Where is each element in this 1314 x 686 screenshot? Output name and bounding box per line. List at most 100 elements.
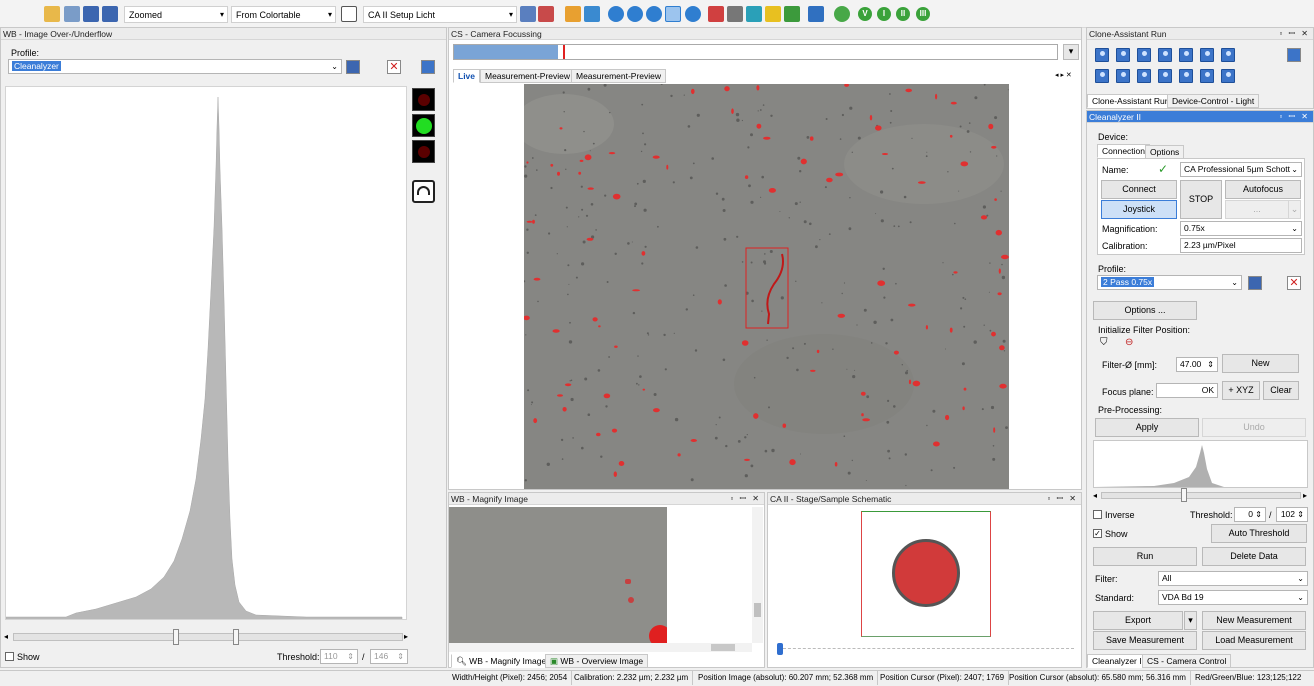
rgb-split-icon[interactable] [584, 6, 600, 22]
undo-button[interactable]: Undo [1202, 418, 1306, 437]
tab-magnify-image[interactable]: 🔍︎ WB - Magnify Image [451, 654, 552, 668]
clone-user-icon[interactable] [1158, 48, 1172, 62]
clone-user-icon[interactable] [1116, 69, 1130, 83]
clone-user-icon[interactable] [1179, 69, 1193, 83]
lamp-icon[interactable] [765, 6, 781, 22]
tab-clone-assistant-run[interactable]: Clone-Assistant Run [1087, 94, 1175, 108]
save-profile-icon[interactable] [1248, 276, 1262, 290]
clone-user-icon[interactable] [1095, 48, 1109, 62]
load-measurement-button[interactable]: Load Measurement [1202, 631, 1306, 650]
joystick-button[interactable]: Joystick [1101, 200, 1177, 219]
clone-user-icon[interactable] [1179, 48, 1193, 62]
show-checkbox[interactable] [5, 652, 14, 661]
tab-device-control-light[interactable]: Device-Control - Light [1167, 94, 1260, 108]
more-dropdown[interactable]: ⌄ [1288, 200, 1301, 219]
tab-options[interactable]: Options [1145, 145, 1185, 159]
zoom-out-icon[interactable] [608, 6, 624, 22]
mini-slider-handle[interactable] [1181, 488, 1187, 502]
clone-user-icon[interactable] [1095, 69, 1109, 83]
status-i-icon[interactable]: I [877, 7, 891, 21]
autofocus-button[interactable]: Autofocus [1225, 180, 1301, 199]
delete-data-button[interactable]: Delete Data [1202, 547, 1306, 566]
stage-slider-handle[interactable] [777, 643, 783, 655]
slider-handle-low[interactable] [173, 629, 179, 645]
filter-select[interactable]: All ⌄ [1158, 571, 1308, 586]
zoom-fit-icon[interactable] [627, 6, 643, 22]
mini-slider-left-arrow[interactable]: ◂ [1093, 491, 1097, 500]
focus-menu-button[interactable]: ▾ [1063, 44, 1079, 60]
slider-left-arrow[interactable]: ◂ [4, 632, 8, 641]
threshold-low-input[interactable]: 0 ⇕ [1234, 507, 1266, 522]
filter-icon[interactable] [727, 6, 743, 22]
threshold-slider[interactable] [13, 633, 403, 641]
status-ii-icon[interactable]: II [896, 7, 910, 21]
tab-live[interactable]: Live [453, 69, 481, 83]
roi-icon[interactable] [708, 6, 724, 22]
save-icon[interactable] [83, 6, 99, 22]
standard-select[interactable]: VDA Bd 19 ⌄ [1158, 590, 1308, 605]
clone-user-icon[interactable] [1137, 69, 1151, 83]
profile-select[interactable]: Cleanalyzer ⌄ [8, 59, 342, 74]
threshold-low-input[interactable]: 110 ⇕ [320, 649, 358, 664]
export-dropdown[interactable]: ▾ [1184, 611, 1197, 630]
options-button[interactable]: Options ... [1093, 301, 1197, 320]
zoom-window-icon[interactable] [665, 6, 681, 22]
clone-user-icon[interactable] [1158, 69, 1172, 83]
clear-button[interactable]: Clear [1263, 381, 1299, 400]
new-filter-button[interactable]: New [1222, 354, 1299, 373]
mini-threshold-slider[interactable] [1101, 492, 1301, 499]
slider-handle-high[interactable] [233, 629, 239, 645]
inverse-checkbox[interactable] [1093, 510, 1102, 519]
clone-user-icon[interactable] [1200, 69, 1214, 83]
arrow-icon[interactable] [64, 6, 80, 22]
mini-slider-right-arrow[interactable]: ▸ [1303, 491, 1307, 500]
tab-overview-image[interactable]: ▣ WB - Overview Image [545, 654, 649, 668]
tab-scroll-arrows[interactable]: ◂ ▸ ✕ [1055, 71, 1072, 79]
delete-profile-icon[interactable]: ✕ [1287, 276, 1301, 290]
scroll-thumb[interactable] [754, 603, 761, 617]
tab-measurement-preview-2[interactable]: Measurement-Preview [571, 69, 667, 83]
delete-profile-icon[interactable]: ✕ [387, 60, 401, 74]
pen-icon[interactable] [808, 6, 824, 22]
status-v-icon[interactable]: V [858, 7, 872, 21]
clone-user-icon[interactable] [1116, 48, 1130, 62]
new-measurement-button[interactable]: New Measurement [1202, 611, 1306, 630]
status-iii-icon[interactable]: III [916, 7, 930, 21]
table-icon[interactable] [520, 6, 536, 22]
stop-button[interactable]: STOP [1180, 180, 1222, 219]
palette-icon[interactable] [341, 6, 357, 22]
download-icon[interactable] [784, 6, 800, 22]
magnified-image[interactable] [449, 507, 667, 643]
export-button[interactable]: Export [1093, 611, 1183, 630]
apply-button[interactable]: Apply [1095, 418, 1199, 437]
filter-icon[interactable]: ⛉ [1100, 337, 1108, 348]
threshold-high-input[interactable]: 146 ⇕ [370, 649, 408, 664]
view-mode-select[interactable]: Zoomed ▾ [124, 6, 228, 23]
threshold-high-input[interactable]: 102 ⇕ [1276, 507, 1308, 522]
pin-icon[interactable] [1287, 48, 1301, 62]
tab-connection[interactable]: Connection [1097, 144, 1151, 158]
magnify-hscroll[interactable] [449, 643, 752, 652]
clone-user-icon[interactable] [1200, 48, 1214, 62]
tab-camera-control[interactable]: CS - Camera Control [1142, 654, 1232, 668]
cube-icon[interactable] [746, 6, 762, 22]
more-button[interactable]: ... [1225, 200, 1289, 219]
profile-select[interactable]: 2 Pass 0.75x ⌄ [1097, 275, 1242, 290]
show-checkbox[interactable]: ✓ [1093, 529, 1102, 538]
gauge-icon[interactable] [412, 180, 435, 203]
tab-measurement-preview-1[interactable]: Measurement-Preview [480, 69, 576, 83]
color-mode-select[interactable]: From Colortable ▾ [231, 6, 336, 23]
scroll-thumb[interactable] [711, 644, 735, 651]
rgb-icon[interactable] [565, 6, 581, 22]
save-all-icon[interactable] [102, 6, 118, 22]
stopwatch-icon[interactable] [834, 6, 850, 22]
add-xyz-button[interactable]: + XYZ [1222, 381, 1260, 400]
magnification-select[interactable]: 0.75x ⌄ [1180, 221, 1302, 236]
zoom-in-icon[interactable] [646, 6, 662, 22]
connect-button[interactable]: Connect [1101, 180, 1177, 199]
zoom-reset-icon[interactable] [685, 6, 701, 22]
save-profile-icon[interactable] [346, 60, 360, 74]
delete-table-icon[interactable] [538, 6, 554, 22]
open-folder-icon[interactable] [44, 6, 60, 22]
save-measurement-button[interactable]: Save Measurement [1093, 631, 1197, 650]
